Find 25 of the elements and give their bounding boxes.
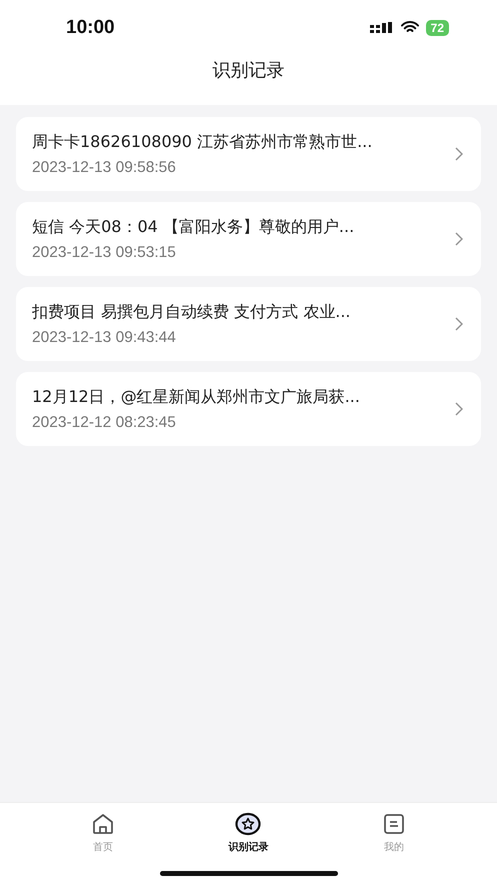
page-title: 识别记录: [212, 59, 284, 82]
record-text: 周卡卡18626108090 江苏省苏州市常熟市世...: [32, 132, 372, 152]
record-date: 2023-12-12 08:23:45: [32, 414, 177, 432]
tab-item[interactable]: 识别记录: [203, 812, 294, 854]
chevron-right-icon: [455, 402, 463, 416]
document-icon: [382, 812, 406, 836]
status-time: 10:00: [66, 16, 115, 38]
record-card[interactable]: 短信 今天08：04 【富阳水务】尊敬的用户... 2023-12-13 09:53:15: [16, 202, 481, 276]
chevron-right-icon: [455, 232, 463, 246]
record-text: 扣费项目 易撰包月自动续费 支付方式 农业...: [32, 302, 351, 322]
chevron-right-icon: [455, 317, 463, 331]
battery-level: 72: [426, 20, 449, 36]
record-card[interactable]: 12月12日，@红星新闻从郑州市文广旅局获... 2023-12-12 08:23:45: [16, 372, 481, 446]
record-card[interactable]: 扣费项目 易撰包月自动续费 支付方式 农业... 2023-12-13 09:43:44: [16, 287, 481, 361]
record-card[interactable]: 周卡卡18626108090 江苏省苏州市常熟市世... 2023-12-13 09:58:56: [16, 117, 481, 191]
signal-icon: [370, 22, 394, 34]
record-date: 2023-12-13 09:43:44: [32, 328, 177, 346]
record-text: 12月12日，@红星新闻从郑州市文广旅局获...: [32, 386, 360, 408]
home-icon: [90, 812, 115, 836]
record-date: 2023-12-13 09:58:56: [32, 158, 177, 176]
record-date: 2023-12-13 09:53:15: [32, 244, 177, 262]
wifi-icon: [400, 21, 419, 34]
record-text: 短信 今天08：04 【富阳水务】尊敬的用户...: [32, 216, 354, 238]
chevron-right-icon: [455, 147, 463, 161]
star-badge-icon: [235, 812, 262, 836]
